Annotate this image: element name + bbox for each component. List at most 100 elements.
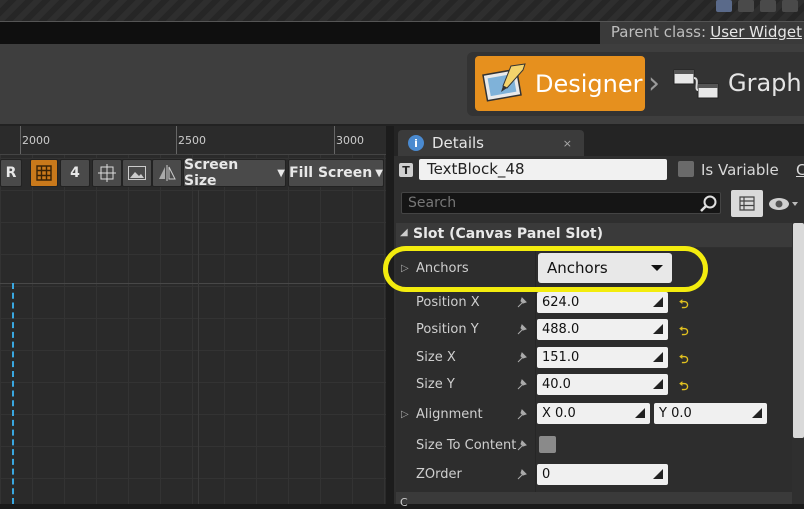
- reset-to-default-icon[interactable]: ⮌: [679, 295, 689, 316]
- reset-to-default-icon[interactable]: ⮌: [679, 322, 689, 343]
- canvas-guide-line: [0, 283, 386, 284]
- close-tab-icon[interactable]: ×: [563, 137, 572, 150]
- panel-splitter[interactable]: [386, 126, 394, 504]
- image-icon[interactable]: [122, 159, 152, 187]
- fill-screen-label: Fill Screen: [289, 165, 373, 181]
- drag-handle-icon: [635, 408, 645, 418]
- zorder-value: 0: [542, 467, 551, 482]
- ruler-tick: 2500: [178, 134, 206, 147]
- bind-icon[interactable]: [516, 439, 528, 451]
- search-placeholder: Search: [408, 195, 457, 211]
- ruler-tick: 3000: [336, 134, 364, 147]
- is-variable-label: Is Variable: [701, 161, 779, 179]
- size-to-content-checkbox[interactable]: [539, 436, 556, 453]
- truncated-link[interactable]: C: [796, 161, 804, 179]
- designer-icon: [481, 62, 529, 106]
- position-y-field[interactable]: 488.0: [537, 319, 668, 340]
- drag-handle-icon: [653, 469, 663, 479]
- minimize-icon[interactable]: [738, 0, 754, 12]
- size-y-field[interactable]: 40.0: [537, 374, 668, 395]
- r-button[interactable]: R: [0, 159, 22, 187]
- drag-handle-icon: [653, 324, 663, 334]
- transform-icon[interactable]: [92, 159, 122, 187]
- details-scrollbar[interactable]: [793, 223, 804, 438]
- bind-icon[interactable]: [516, 351, 528, 363]
- text-widget-icon: T: [399, 163, 413, 177]
- details-search-input[interactable]: Search: [401, 192, 721, 214]
- size-x-value: 151.0: [542, 350, 580, 365]
- slot-section-title: Slot (Canvas Panel Slot): [413, 226, 603, 242]
- reset-to-default-icon[interactable]: ⮌: [679, 377, 689, 398]
- designer-mode-label: Designer: [535, 69, 643, 98]
- zorder-field[interactable]: 0: [537, 464, 668, 485]
- screen-size-label: Screen Size: [184, 157, 239, 189]
- size-x-label: Size X: [416, 350, 456, 365]
- ruler-line: [20, 126, 21, 154]
- is-variable-checkbox[interactable]: [678, 161, 694, 177]
- widget-name-field[interactable]: TextBlock_48: [419, 159, 667, 180]
- position-x-value: 624.0: [542, 295, 580, 310]
- title-strip: [0, 0, 804, 21]
- drag-handle-icon: [752, 408, 762, 418]
- chevron-down-icon: ▼: [277, 167, 285, 179]
- size-y-value: 40.0: [542, 377, 571, 392]
- property-matrix-button[interactable]: [731, 190, 763, 217]
- details-tab-label: Details: [432, 134, 485, 152]
- next-section-header[interactable]: C: [396, 492, 792, 509]
- checkin-icon[interactable]: [716, 0, 732, 12]
- size-to-content-label: Size To Content: [416, 438, 517, 453]
- ruler-line: [176, 126, 177, 154]
- grid-snap-value-dropdown[interactable]: 4: [60, 159, 90, 187]
- eye-icon[interactable]: [768, 195, 798, 213]
- size-x-field[interactable]: 151.0: [537, 347, 668, 368]
- bind-icon[interactable]: [516, 408, 528, 420]
- canvas-guide-line: [198, 190, 199, 504]
- bind-icon[interactable]: [516, 296, 528, 308]
- chevron-right-icon: ›: [648, 66, 660, 101]
- selected-widget-outline[interactable]: [0, 283, 14, 504]
- slot-section-header[interactable]: ◢ Slot (Canvas Panel Slot): [396, 223, 792, 247]
- collapse-arrow-icon: ◢: [400, 227, 408, 238]
- restore-icon[interactable]: [760, 0, 776, 12]
- alignment-y-value: Y 0.0: [659, 406, 692, 421]
- grid-snap-icon[interactable]: [30, 159, 58, 187]
- window-controls: [716, 0, 804, 14]
- drag-handle-icon: [653, 352, 663, 362]
- bind-icon[interactable]: [516, 323, 528, 335]
- info-icon: i: [408, 135, 424, 151]
- horizontal-ruler: 2000 2500 3000: [0, 126, 386, 155]
- tab-details[interactable]: i Details ×: [398, 130, 584, 156]
- canvas-toolbar: R 4 Screen Size ▼ Fill Screen ▼: [0, 156, 386, 189]
- drag-handle-icon: [653, 379, 663, 389]
- alignment-y-field[interactable]: Y 0.0: [654, 403, 767, 424]
- position-x-label: Position X: [416, 295, 480, 310]
- size-y-label: Size Y: [416, 377, 455, 392]
- grid-snap-value: 4: [70, 165, 80, 181]
- bind-icon[interactable]: [516, 378, 528, 390]
- chevron-down-icon: ▼: [375, 167, 383, 179]
- reset-to-default-icon[interactable]: ⮌: [679, 350, 689, 371]
- close-icon[interactable]: [782, 0, 798, 12]
- graph-mode-button[interactable]: Graph: [728, 69, 802, 97]
- parent-class-label: Parent class:: [610, 23, 706, 41]
- alignment-x-field[interactable]: X 0.0: [537, 403, 650, 424]
- toolbar-strip: [0, 22, 600, 45]
- graph-icon[interactable]: [672, 66, 722, 102]
- ruler-line: [334, 126, 335, 154]
- screen-size-dropdown[interactable]: Screen Size ▼: [183, 157, 286, 189]
- bind-icon[interactable]: [516, 468, 528, 480]
- fill-screen-dropdown[interactable]: Fill Screen ▼: [288, 159, 384, 187]
- flip-icon[interactable]: [152, 159, 182, 187]
- highlight-annotation: [383, 246, 708, 292]
- alignment-x-value: X 0.0: [542, 406, 576, 421]
- zorder-label: ZOrder: [416, 467, 462, 482]
- expand-arrow-icon[interactable]: ▷: [401, 409, 409, 420]
- position-y-value: 488.0: [542, 322, 580, 337]
- designer-mode-button[interactable]: Designer: [475, 56, 645, 111]
- search-icon: [700, 195, 718, 213]
- list-grid-icon: [739, 196, 755, 211]
- drag-handle-icon: [653, 297, 663, 307]
- position-x-field[interactable]: 624.0: [537, 292, 668, 313]
- parent-class-link[interactable]: User Widget: [710, 23, 802, 41]
- position-y-label: Position Y: [416, 322, 479, 337]
